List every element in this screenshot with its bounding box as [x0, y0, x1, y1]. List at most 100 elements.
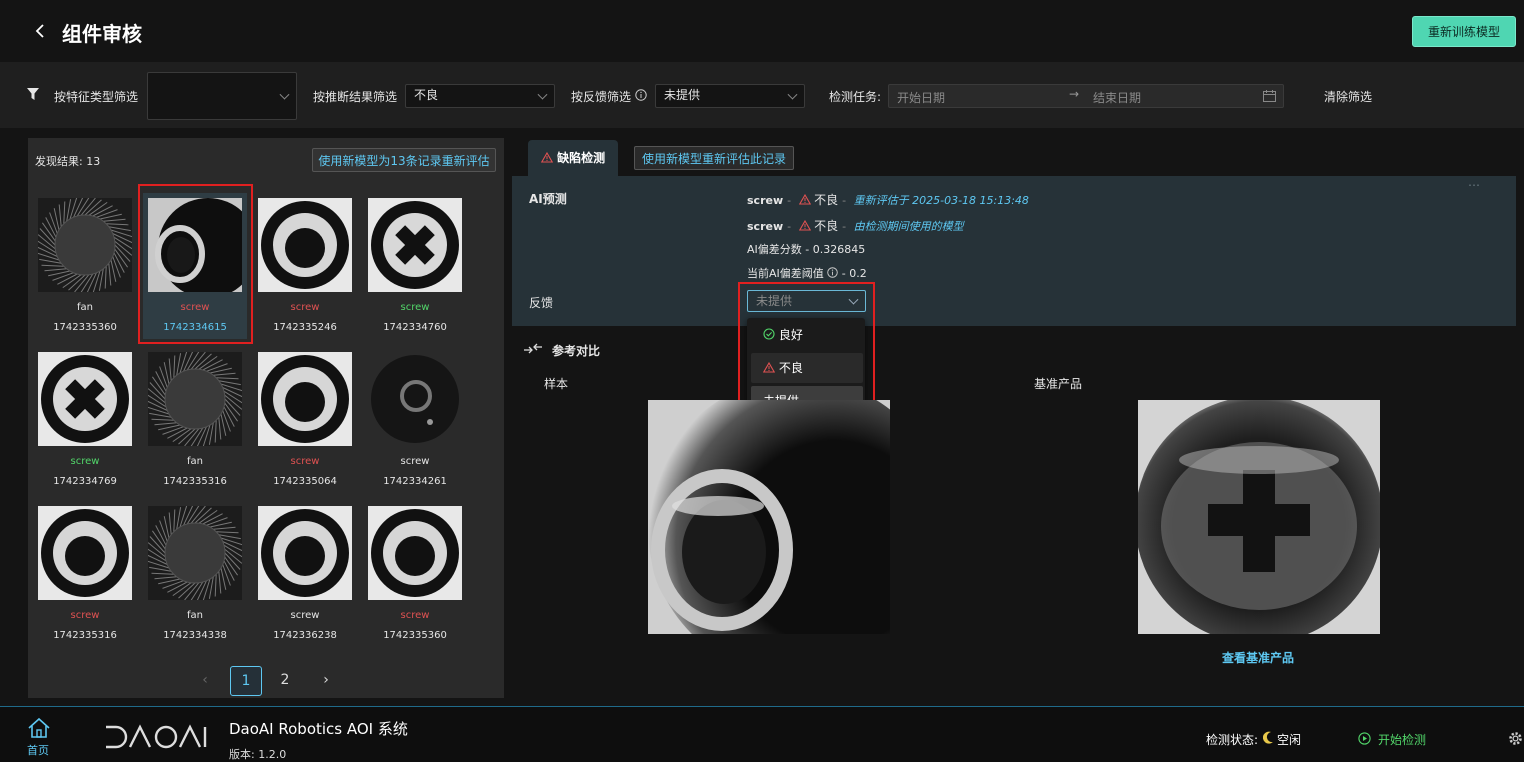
- view-reference-link[interactable]: 查看基准产品: [1222, 649, 1294, 666]
- result-image: [258, 352, 352, 446]
- result-image: [38, 506, 132, 600]
- prev-page-icon[interactable]: ‹: [189, 666, 221, 696]
- result-timestamp: 1742334760: [383, 322, 447, 333]
- result-image: [38, 198, 132, 292]
- result-thumbnail[interactable]: screw 1742334769: [33, 347, 137, 493]
- filter-icon: [27, 88, 39, 103]
- result-thumbnail[interactable]: screw 1742334261: [363, 347, 467, 493]
- page-title: 组件审核: [62, 22, 142, 46]
- result-thumbnail[interactable]: screw 1742335064: [253, 347, 357, 493]
- daoai-logo: [104, 724, 208, 753]
- calendar-icon[interactable]: [1263, 90, 1276, 105]
- reevaluate-all-button[interactable]: 使用新模型为13条记录重新评估: [312, 148, 496, 172]
- result-image: [38, 352, 132, 446]
- result-select[interactable]: 不良: [405, 84, 555, 108]
- detection-status-label: 检测状态:: [1206, 733, 1259, 747]
- compare-title: 参考对比: [552, 344, 601, 358]
- result-label: fan: [77, 302, 93, 313]
- date-range-picker[interactable]: 开始日期 → 结束日期: [888, 84, 1284, 108]
- sample-image: [648, 400, 890, 634]
- sample-label: 样本: [544, 377, 569, 391]
- warning-icon: [798, 220, 811, 231]
- play-circle-icon[interactable]: [1358, 732, 1371, 748]
- result-timestamp: 1742335246: [273, 322, 337, 333]
- feedback-select[interactable]: 未提供: [655, 84, 805, 108]
- result-label: screw: [400, 610, 430, 621]
- reference-image: [1138, 400, 1380, 634]
- gear-icon[interactable]: [1507, 730, 1524, 750]
- clear-filters-button[interactable]: 清除筛选: [1324, 88, 1372, 105]
- result-thumbnail[interactable]: screw 1742335316: [33, 501, 137, 647]
- result-label: screw: [180, 302, 210, 313]
- result-timestamp: 1742335064: [273, 476, 337, 487]
- deviation-score: AI偏差分数 - 0.326845: [747, 243, 866, 256]
- prediction-line-2: screw - 不良 - 由检测期间使用的模型: [747, 219, 964, 233]
- prediction-line-1: screw - 不良 - 重新评估于 2025-03-18 15:13:48: [747, 193, 1029, 207]
- result-label: screw: [70, 610, 100, 621]
- result-thumbnail[interactable]: screw 1742334760: [363, 193, 467, 339]
- reevaluate-record-button[interactable]: 使用新模型重新评估此记录: [634, 146, 794, 170]
- feature-type-select[interactable]: [147, 72, 297, 120]
- result-timestamp: 1742334615: [163, 322, 227, 333]
- chevron-down-icon: [787, 89, 798, 100]
- result-label: screw: [70, 456, 100, 467]
- end-date-input[interactable]: 结束日期: [1093, 89, 1141, 106]
- result-timestamp: 1742334261: [383, 476, 447, 487]
- page-button-2[interactable]: 2: [269, 666, 301, 696]
- info-icon[interactable]: [827, 267, 839, 278]
- result-image: [368, 198, 462, 292]
- next-page-icon[interactable]: ›: [310, 666, 342, 696]
- home-label[interactable]: 首页: [27, 742, 49, 758]
- dropdown-option-bad[interactable]: 不良: [751, 353, 863, 383]
- result-thumbnail[interactable]: fan 1742334338: [143, 501, 247, 647]
- task-filter-label: 检测任务:: [829, 90, 882, 104]
- chevron-down-icon: [537, 89, 548, 100]
- warning-icon: [798, 194, 811, 205]
- result-label: screw: [290, 302, 320, 313]
- start-detection-button[interactable]: 开始检测: [1378, 731, 1426, 748]
- detection-status-value: 空闲: [1277, 733, 1302, 747]
- results-panel: 发现结果: 13 使用新模型为13条记录重新评估 fan 1742335360 sc…: [28, 138, 504, 698]
- retrain-model-button[interactable]: 重新训练模型: [1412, 16, 1516, 47]
- result-thumbnail[interactable]: screw 1742335360: [363, 501, 467, 647]
- results-count: 发现结果: 13: [35, 155, 101, 168]
- result-image: [148, 198, 242, 292]
- page-button-1[interactable]: 1: [230, 666, 262, 696]
- result-thumbnail[interactable]: screw 1742335246: [253, 193, 357, 339]
- result-thumbnail[interactable]: fan 1742335316: [143, 347, 247, 493]
- result-label: fan: [187, 610, 203, 621]
- info-icon[interactable]: [635, 89, 647, 104]
- result-thumbnail[interactable]: screw 1742334615: [143, 193, 247, 339]
- app-name: DaoAI Robotics AOI 系统: [229, 720, 408, 738]
- result-image: [258, 506, 352, 600]
- resize-handle-icon[interactable]: ⋯: [1468, 178, 1480, 192]
- result-filter-label: 按推断结果筛选: [313, 90, 398, 104]
- feedback-title: 反馈: [529, 296, 554, 310]
- result-thumbnail[interactable]: screw 1742336238: [253, 501, 357, 647]
- tab-defect-detection[interactable]: 缺陷检测: [528, 140, 618, 176]
- feedback-select-value: 未提供: [664, 88, 701, 102]
- reference-label: 基准产品: [1034, 377, 1083, 391]
- page-header: 组件审核 重新训练模型: [0, 0, 1524, 62]
- result-image: [148, 352, 242, 446]
- result-label: screw: [400, 456, 430, 467]
- result-timestamp: 1742335316: [53, 630, 117, 641]
- result-thumbnail[interactable]: fan 1742335360: [33, 193, 137, 339]
- moon-icon: [1262, 731, 1274, 747]
- feedback-dropdown[interactable]: 未提供: [747, 290, 866, 312]
- result-timestamp: 1742335360: [53, 322, 117, 333]
- start-date-input[interactable]: 开始日期: [897, 89, 945, 106]
- version-label: 版本: 1.2.0: [229, 748, 287, 761]
- result-image: [368, 352, 462, 446]
- result-label: screw: [400, 302, 430, 313]
- deviation-threshold: 当前AI偏差阈值 - 0.2: [747, 267, 867, 280]
- result-image: [148, 506, 242, 600]
- result-timestamp: 1742336238: [273, 630, 337, 641]
- feature-filter-label: 按特征类型筛选: [54, 90, 139, 104]
- ai-prediction-panel: ⋯ AI预测 screw - 不良 - 重新评估于 2025-03-18 15:13…: [512, 176, 1516, 326]
- home-icon[interactable]: [27, 717, 51, 742]
- arrow-right-icon: →: [1069, 87, 1080, 101]
- dropdown-option-good[interactable]: 良好: [751, 320, 863, 350]
- warning-icon: [763, 362, 775, 373]
- back-arrow-icon[interactable]: [30, 20, 50, 42]
